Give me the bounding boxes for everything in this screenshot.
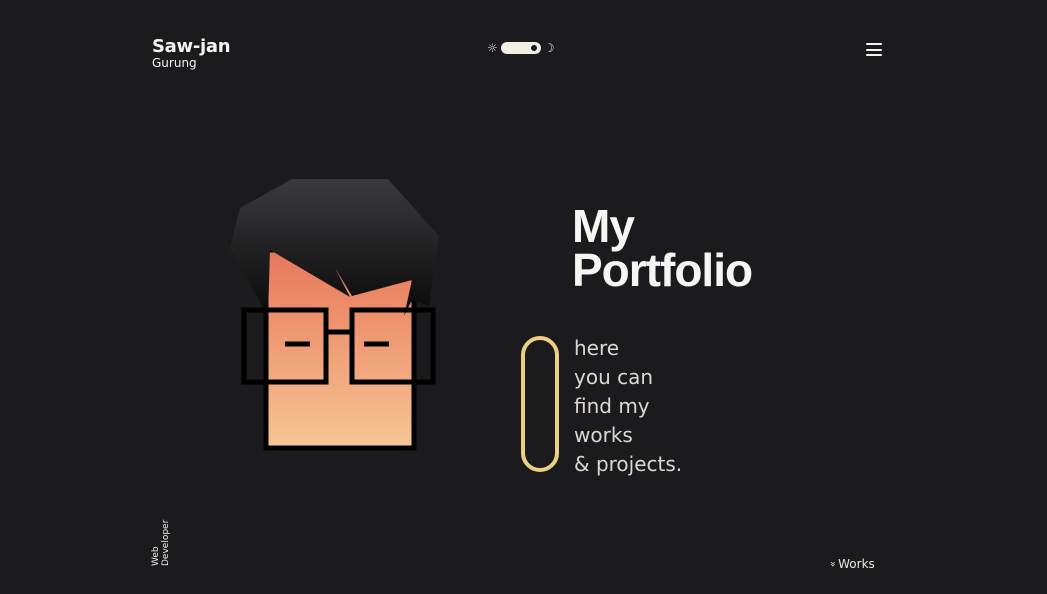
site-logo[interactable]: Saw-jan Gurung (152, 36, 231, 70)
role-line-1: Web (151, 546, 161, 566)
menu-line (866, 48, 882, 51)
chevron-down-icon: » (827, 560, 839, 568)
hamburger-menu-icon[interactable] (866, 43, 882, 57)
logo-first-name: Saw-jan (152, 36, 231, 57)
hero-tagline: here you can find my works & projects. (574, 334, 682, 479)
hero-title-line-1: My (572, 200, 635, 252)
role-line-2: Developer (161, 519, 171, 566)
portfolio-page: Saw-jan Gurung ☼ ☽ My Portfolio here you… (0, 0, 1047, 594)
tagline-line: works (574, 423, 633, 447)
tagline-line: here (574, 336, 620, 360)
theme-switch[interactable] (500, 42, 541, 54)
moon-icon: ☽ (543, 41, 555, 55)
tagline-line: you can (574, 365, 654, 389)
accent-capsule (521, 336, 559, 472)
works-link[interactable]: » Works (827, 557, 875, 571)
hero-title: My Portfolio (572, 200, 753, 296)
avatar-illustration (230, 179, 439, 451)
logo-last-name: Gurung (152, 56, 197, 70)
sun-icon: ☼ (487, 41, 498, 55)
works-link-label: Works (838, 557, 875, 571)
tagline-line: find my (574, 394, 650, 418)
role-label: Web Developer (151, 520, 171, 566)
menu-line (866, 54, 882, 57)
theme-switch-knob (528, 43, 539, 53)
theme-toggle[interactable]: ☼ ☽ (487, 42, 555, 54)
hero-title-line-2: Portfolio (572, 244, 753, 296)
tagline-line: & projects. (574, 452, 683, 476)
menu-line (866, 43, 882, 46)
